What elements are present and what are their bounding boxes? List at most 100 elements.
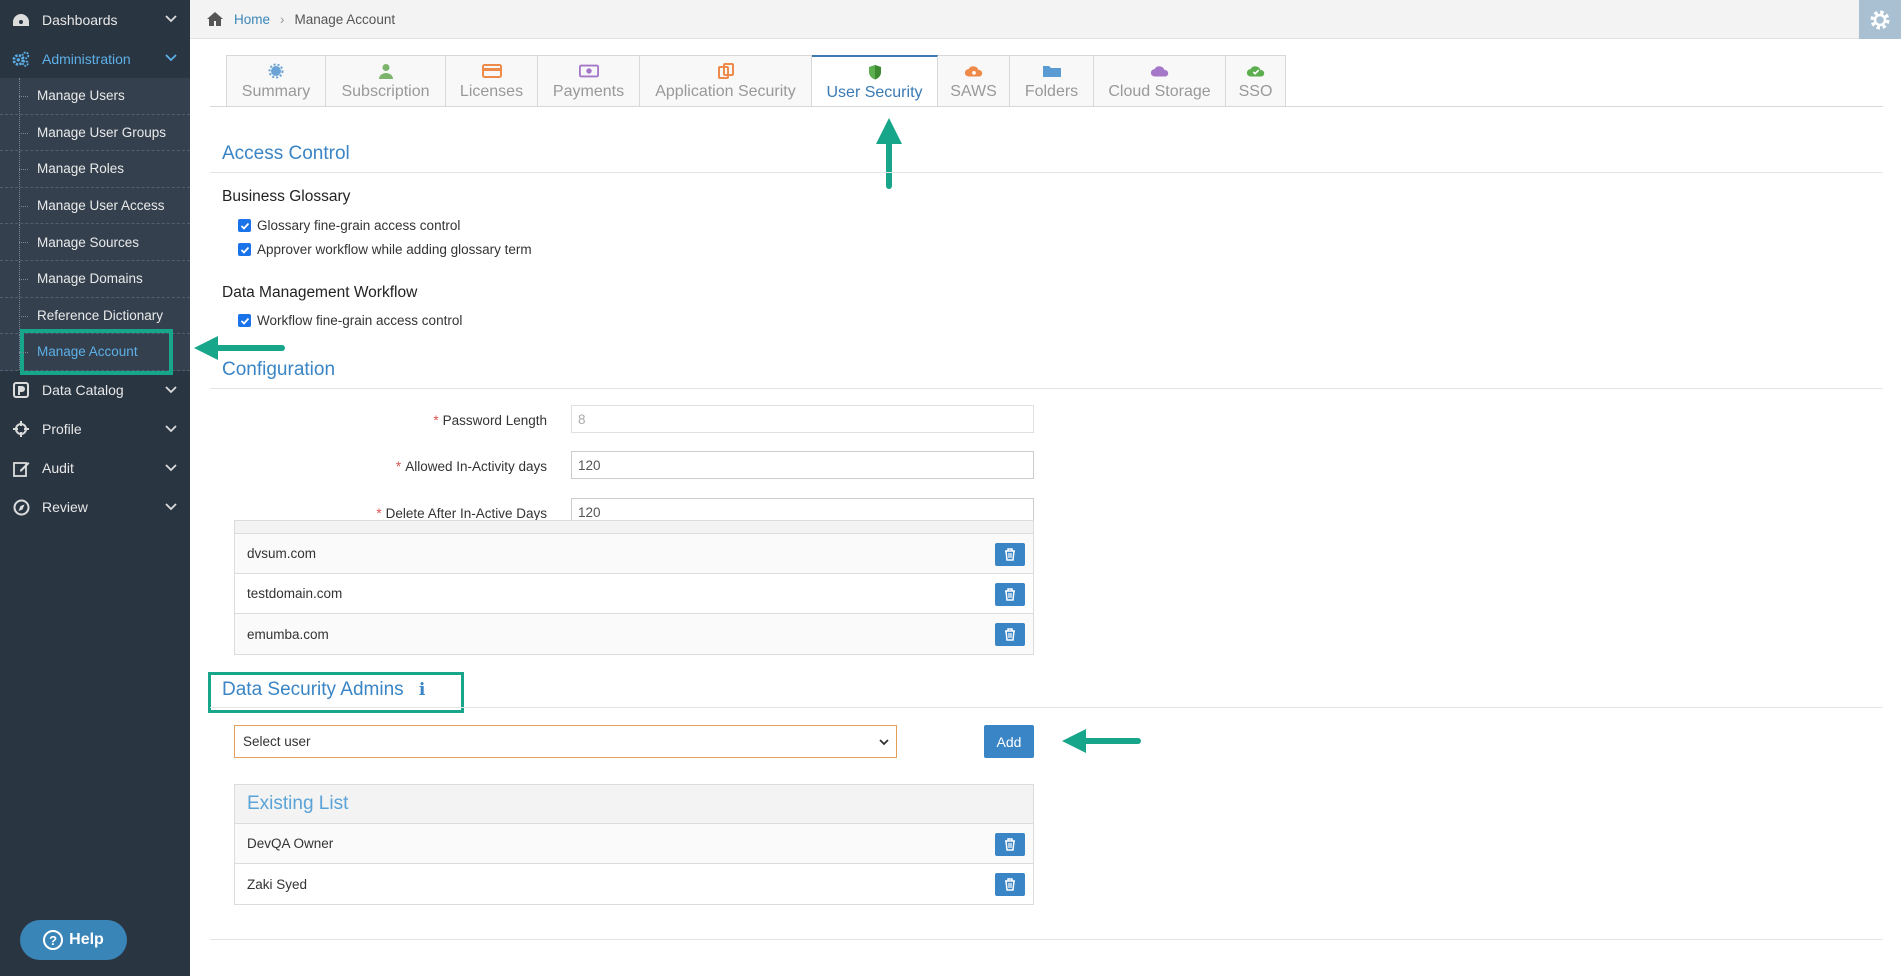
table-row: emumba.com [235,614,1033,654]
nav-item-review[interactable]: Review [0,488,190,527]
tab-licenses[interactable]: Licenses [446,55,538,107]
tab-label: Licenses [459,83,524,100]
domain-name: dvsum.com [247,546,317,561]
sidebar-item-manage-user-access[interactable]: Manage User Access [0,187,190,225]
tab-label: Cloud Storage [1108,83,1211,100]
existing-rows: DevQA Owner Zaki Syed [235,824,1033,904]
edit-icon [12,459,30,477]
sidebar-item-label: Manage User Access [37,198,165,214]
nav-label: Dashboards [42,11,118,28]
tab-saws[interactable]: SAWS [938,55,1010,107]
tab-label: Folders [1024,83,1079,100]
dashboard-icon [12,11,30,29]
section-divider [210,707,1883,708]
user-name: Zaki Syed [247,876,308,892]
sidebar-item-manage-user-groups[interactable]: Manage User Groups [0,114,190,152]
glossary-fine-grain-checkbox[interactable]: Glossary fine-grain access control [238,218,460,233]
sidebar-item-label: Reference Dictionary [37,307,164,323]
checkbox-label: Approver workflow while adding glossary … [257,242,532,257]
info-icon[interactable]: i [419,680,425,700]
domains-table: dvsum.com testdomain.com emumba.com [234,520,1034,655]
nav-label: Administration [42,50,131,67]
chevron-down-icon [165,464,177,472]
nav-item-audit[interactable]: Audit [0,449,190,488]
table-row: Zaki Syed [235,864,1033,904]
sidebar-item-reference-dictionary[interactable]: Reference Dictionary [0,297,190,335]
table-header [235,521,1033,534]
checkbox-label: Workflow fine-grain access control [257,313,463,328]
tab-cloud-storage[interactable]: Cloud Storage [1094,55,1226,107]
table-row: testdomain.com [235,574,1033,614]
breadcrumb-home-link[interactable]: Home [234,12,270,27]
table-row: dvsum.com [235,534,1033,574]
add-button[interactable]: Add [984,725,1034,758]
breadcrumb: Home › Manage Account [190,0,1901,39]
trash-icon [1005,628,1015,641]
nav-label: Audit [42,460,74,477]
tab-payments[interactable]: Payments [538,55,640,107]
delete-days-row: * Delete After In-Active Days 120 [187,496,1047,520]
delete-button[interactable] [995,873,1025,896]
gear-icon [1870,10,1890,29]
nav-item-administration[interactable]: Administration [0,39,190,78]
arrow-left-annotation [1062,729,1141,753]
gear-icon [266,61,286,81]
table-row: DevQA Owner [235,824,1033,864]
sidebar-item-manage-roles[interactable]: Manage Roles [0,151,190,188]
sidebar-item-label: Manage Domains [37,271,143,287]
nav-item-dashboards[interactable]: Dashboards [0,0,190,39]
question-icon: ? [43,930,64,950]
tab-label: Summary [241,83,311,100]
nav-item-profile[interactable]: Profile [0,410,190,449]
tab-label: Subscription [341,83,430,100]
settings-button[interactable] [1859,0,1901,39]
inactivity-days-input[interactable]: 120 [571,451,1034,479]
admin-submenu: Manage Users Manage User Groups Manage R… [0,78,190,376]
shield-icon [865,62,885,82]
tab-folders[interactable]: Folders [1010,55,1094,107]
tab-user-security[interactable]: User Security [812,55,938,107]
delete-button[interactable] [995,543,1025,566]
sidebar-item-label: Manage User Groups [37,124,167,140]
copy-icon [716,61,736,81]
sidebar-item-manage-account[interactable]: Manage Account [0,329,190,376]
sidebar-item-label: Manage Roles [37,161,125,177]
configuration-title: Configuration [222,359,336,380]
delete-button[interactable] [995,583,1025,606]
tab-application-security[interactable]: Application Security [640,55,812,107]
compass-icon [12,498,30,516]
delete-button[interactable] [995,833,1025,856]
existing-list-title: Existing List [235,785,1033,824]
business-glossary-title: Business Glossary [222,188,351,205]
tabs-divider [210,106,1883,107]
workflow-fine-grain-checkbox[interactable]: Workflow fine-grain access control [238,313,462,328]
data-management-workflow-title: Data Management Workflow [222,284,418,301]
chevron-down-icon [165,54,177,62]
tab-label: SSO [1238,83,1273,100]
home-icon [207,12,223,26]
checkbox-checked-icon [238,314,251,327]
sidebar-item-manage-sources[interactable]: Manage Sources [0,224,190,261]
access-control-title: Access Control [222,143,350,164]
approver-workflow-checkbox[interactable]: Approver workflow while adding glossary … [238,242,532,257]
nav-label: Review [42,499,88,516]
select-user-dropdown[interactable]: Select user [234,725,897,758]
chevron-down-icon [165,503,177,511]
sidebar-item-manage-domains[interactable]: Manage Domains [0,260,190,298]
tab-summary[interactable]: Summary [226,55,326,107]
tab-sso[interactable]: SSO [1226,55,1286,107]
section-divider [210,172,1883,173]
tab-subscription[interactable]: Subscription [326,55,446,107]
inactivity-days-label: * Allowed In-Activity days [395,459,547,474]
cogs-icon [12,50,30,68]
help-button[interactable]: ? Help [20,920,127,960]
sidebar-item-manage-users[interactable]: Manage Users [0,78,190,115]
nav-item-data-catalog[interactable]: Data Catalog [0,371,190,410]
delete-days-label: * Delete After In-Active Days [376,506,547,520]
password-length-input[interactable]: 8 [571,405,1034,433]
cloud-gear-icon [964,61,984,81]
delete-button[interactable] [995,623,1025,646]
chevron-down-icon [879,739,889,746]
trash-icon [1005,588,1015,601]
delete-days-input[interactable]: 120 [571,498,1034,520]
